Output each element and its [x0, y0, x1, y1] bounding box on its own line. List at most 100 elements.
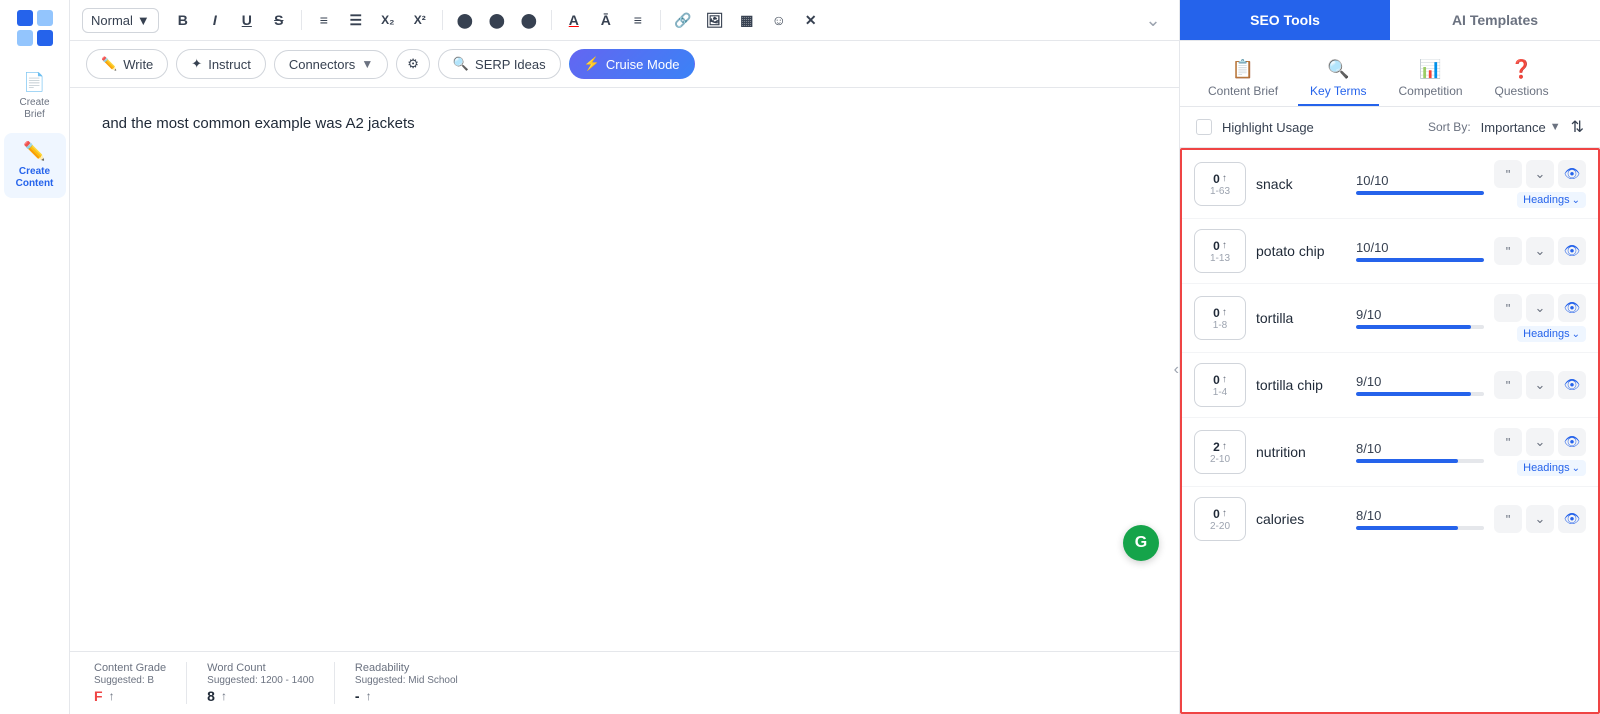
serp-ideas-btn[interactable]: 🔍 SERP Ideas: [438, 49, 561, 79]
ai-templates-tab[interactable]: AI Templates: [1390, 0, 1600, 40]
content-grade-label: Content Grade Suggested: B: [94, 662, 166, 686]
panel-sub-tabs: 📋 Content Brief 🔍 Key Terms 📊 Competitio…: [1180, 41, 1600, 107]
toolbar-divider-4: [660, 10, 661, 30]
link-btn[interactable]: 🔗: [669, 6, 697, 34]
table-btn[interactable]: ▦: [733, 6, 761, 34]
tab-competition[interactable]: 📊 Competition: [1387, 53, 1475, 106]
editor-content[interactable]: and the most common example was A2 jacke…: [70, 88, 1179, 651]
term-view-btn-tortilla-chip[interactable]: 👁: [1558, 371, 1586, 399]
sort-select[interactable]: Importance ▼: [1481, 120, 1561, 135]
content-grade-value: F: [94, 688, 103, 704]
subscript-btn[interactable]: X₂: [374, 6, 402, 34]
term-count-box-nutrition[interactable]: 2 ↑ 2-10: [1194, 430, 1246, 474]
sidebar: 📄 Create Brief ✏️ Create Content: [0, 0, 70, 714]
term-view-btn-nutrition[interactable]: 👁: [1558, 428, 1586, 456]
content-brief-label: Content Brief: [1208, 84, 1278, 98]
headings-badge-snack[interactable]: Headings⌄: [1517, 192, 1586, 208]
term-count-box-snack[interactable]: 0 ↑ 1-63: [1194, 162, 1246, 206]
term-item-potato-chip: 0 ↑ 1-13 potato chip 10/10 " ⌄ 👁: [1182, 219, 1598, 284]
term-count-box-tortilla-chip[interactable]: 0 ↑ 1-4: [1194, 363, 1246, 407]
term-score-bar-fill-snack: [1356, 191, 1484, 195]
term-score-bar-bg-potato-chip: [1356, 258, 1484, 262]
format-select-value: Normal: [91, 13, 133, 28]
word-count-arrow: ↑: [221, 689, 227, 703]
indent-btn[interactable]: ⬤: [515, 6, 543, 34]
term-item-tortilla-chip: 0 ↑ 1-4 tortilla chip 9/10 " ⌄ 👁: [1182, 353, 1598, 418]
headings-label-nutrition: Headings: [1523, 462, 1569, 474]
term-count-range-nutrition: 2-10: [1210, 454, 1230, 465]
serp-label: SERP Ideas: [475, 57, 546, 72]
tab-content-brief[interactable]: 📋 Content Brief: [1196, 53, 1290, 106]
settings-btn[interactable]: ⚙: [396, 49, 430, 79]
term-expand-btn-tortilla[interactable]: ⌄: [1526, 294, 1554, 322]
highlight-bar: Highlight Usage Sort By: Importance ▼ ⇅: [1180, 107, 1600, 148]
bold-btn[interactable]: B: [169, 6, 197, 34]
term-count-box-calories[interactable]: 0 ↑ 2-20: [1194, 497, 1246, 541]
italic-btn[interactable]: I: [201, 6, 229, 34]
term-expand-btn-calories[interactable]: ⌄: [1526, 505, 1554, 533]
cruise-icon: ⚡: [584, 56, 600, 72]
term-count-box-tortilla[interactable]: 0 ↑ 1-8: [1194, 296, 1246, 340]
status-bar: Content Grade Suggested: B F ↑ Word Coun…: [70, 651, 1179, 714]
term-score-area-potato-chip: 10/10: [1356, 240, 1484, 262]
align-right-btn[interactable]: ⬤: [483, 6, 511, 34]
write-label: Write: [123, 57, 153, 72]
content-grade-arrow: ↑: [109, 689, 115, 703]
term-quote-btn-nutrition[interactable]: ": [1494, 428, 1522, 456]
write-btn[interactable]: ✏️ Write: [86, 49, 168, 79]
connectors-btn[interactable]: Connectors ▼: [274, 50, 388, 79]
headings-badge-nutrition[interactable]: Headings⌄: [1517, 460, 1586, 476]
cruise-mode-btn[interactable]: ⚡ Cruise Mode: [569, 49, 695, 79]
format-select[interactable]: Normal ▼: [82, 8, 159, 33]
term-score-bar-bg-snack: [1356, 191, 1484, 195]
sidebar-item-create-brief[interactable]: 📄 Create Brief: [4, 64, 66, 129]
sort-order-icon[interactable]: ⇅: [1571, 117, 1584, 137]
text-align-btn[interactable]: ≡: [624, 6, 652, 34]
term-expand-btn-potato-chip[interactable]: ⌄: [1526, 237, 1554, 265]
serp-icon: 🔍: [453, 56, 469, 72]
term-count-value-snack: 0: [1213, 172, 1220, 186]
tab-questions[interactable]: ❓ Questions: [1483, 53, 1561, 106]
term-view-btn-snack[interactable]: 👁: [1558, 160, 1586, 188]
headings-label-snack: Headings: [1523, 194, 1569, 206]
instruct-label: Instruct: [208, 57, 251, 72]
term-quote-btn-calories[interactable]: ": [1494, 505, 1522, 533]
ordered-list-btn[interactable]: ≡: [310, 6, 338, 34]
term-count-box-potato-chip[interactable]: 0 ↑ 1-13: [1194, 229, 1246, 273]
toolbar-expand-btn[interactable]: ⌄: [1139, 6, 1167, 34]
term-score-text-tortilla: 9/10: [1356, 307, 1484, 322]
seo-tools-tab[interactable]: SEO Tools: [1180, 0, 1390, 40]
term-quote-btn-potato-chip[interactable]: ": [1494, 237, 1522, 265]
term-expand-btn-nutrition[interactable]: ⌄: [1526, 428, 1554, 456]
sidebar-item-create-content[interactable]: ✏️ Create Content: [4, 133, 66, 198]
highlight-checkbox[interactable]: [1196, 119, 1212, 135]
font-color-btn[interactable]: A: [560, 6, 588, 34]
unordered-list-btn[interactable]: ☰: [342, 6, 370, 34]
term-score-bar-fill-calories: [1356, 526, 1458, 530]
font-bg-btn[interactable]: Ā: [592, 6, 620, 34]
term-actions-nutrition: " ⌄ 👁 Headings⌄: [1494, 428, 1586, 476]
headings-badge-tortilla[interactable]: Headings⌄: [1517, 326, 1586, 342]
tab-key-terms[interactable]: 🔍 Key Terms: [1298, 53, 1378, 106]
resize-handle[interactable]: ‹›: [1169, 355, 1179, 385]
clear-format-btn[interactable]: ✕: [797, 6, 825, 34]
superscript-btn[interactable]: X²: [406, 6, 434, 34]
term-view-btn-calories[interactable]: 👁: [1558, 505, 1586, 533]
term-quote-btn-snack[interactable]: ": [1494, 160, 1522, 188]
connectors-label: Connectors: [289, 57, 355, 72]
image-btn[interactable]: 🖼: [701, 6, 729, 34]
underline-btn[interactable]: U: [233, 6, 261, 34]
toolbar-divider-3: [551, 10, 552, 30]
align-left-btn[interactable]: ⬤: [451, 6, 479, 34]
term-quote-btn-tortilla-chip[interactable]: ": [1494, 371, 1522, 399]
term-view-btn-tortilla[interactable]: 👁: [1558, 294, 1586, 322]
grammarly-btn[interactable]: G: [1123, 525, 1159, 561]
strikethrough-btn[interactable]: S: [265, 6, 293, 34]
term-expand-btn-tortilla-chip[interactable]: ⌄: [1526, 371, 1554, 399]
term-quote-btn-tortilla[interactable]: ": [1494, 294, 1522, 322]
emoji-btn[interactable]: ☺: [765, 6, 793, 34]
instruct-btn[interactable]: ✦ Instruct: [176, 49, 266, 79]
term-view-btn-potato-chip[interactable]: 👁: [1558, 237, 1586, 265]
term-expand-btn-snack[interactable]: ⌄: [1526, 160, 1554, 188]
sort-chevron: ▼: [1550, 121, 1561, 133]
